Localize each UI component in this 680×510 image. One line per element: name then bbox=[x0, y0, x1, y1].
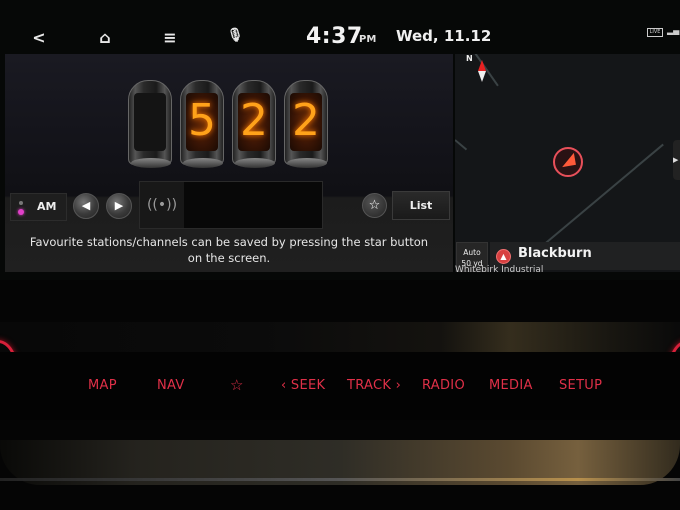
chevron-right-icon: ▶ bbox=[673, 156, 679, 164]
north-label: N bbox=[466, 54, 473, 63]
map-area-label: Whitebirk Industrial bbox=[455, 265, 544, 272]
hw-media-button[interactable]: MEDIA bbox=[489, 378, 533, 393]
compass-icon[interactable] bbox=[478, 60, 486, 82]
frequency-digit: 2 bbox=[240, 95, 268, 146]
hw-seek-button[interactable]: ‹ SEEK bbox=[281, 378, 325, 393]
map-side-tab[interactable]: ▶ bbox=[673, 140, 680, 180]
chevron-left-icon: ◀ bbox=[81, 199, 91, 212]
hw-favourite-star-icon[interactable]: ☆ bbox=[230, 376, 244, 394]
microphone-icon[interactable]: 🎙 bbox=[225, 28, 245, 43]
nixie-tube bbox=[128, 80, 172, 168]
home-icon[interactable]: ⌂ bbox=[95, 28, 115, 47]
nixie-tube: 5 bbox=[180, 80, 224, 168]
hw-radio-button[interactable]: RADIO bbox=[422, 378, 465, 393]
nixie-tube: 2 bbox=[232, 80, 276, 168]
antenna-icon: ((•)) bbox=[140, 182, 184, 228]
current-location-name: Blackburn bbox=[518, 246, 592, 261]
map-panel[interactable]: N ▶ Auto 50 yd ▲ Blackburn Whitebirk Ind… bbox=[455, 54, 680, 272]
dashboard-trim-edge bbox=[0, 478, 680, 481]
hardware-button-strip: MAP NAV ☆ ‹ SEEK TRACK › RADIO MEDIA SET… bbox=[0, 352, 680, 420]
list-button[interactable]: List bbox=[392, 191, 450, 220]
hw-setup-button[interactable]: SETUP bbox=[559, 378, 602, 393]
live-badge-icon: LIVE bbox=[647, 28, 663, 37]
current-position-marker-icon bbox=[553, 147, 583, 177]
status-bar: < ⌂ ≡ 🎙 4:37 PM Wed, 11.12 LIVE ▂▄ bbox=[0, 22, 680, 54]
star-icon: ☆ bbox=[368, 198, 381, 213]
bezel-reflection bbox=[0, 322, 680, 352]
station-info-display: ((•)) bbox=[139, 181, 323, 229]
frequency-digit: 5 bbox=[188, 95, 216, 146]
band-button[interactable]: AM bbox=[10, 193, 67, 221]
scale-mode: Auto bbox=[463, 248, 481, 257]
favourite-star-button[interactable]: ☆ bbox=[362, 193, 387, 218]
date-label: Wed, 11.12 bbox=[396, 27, 492, 45]
hw-nav-button[interactable]: NAV bbox=[157, 378, 185, 393]
chevron-right-icon: ▶ bbox=[114, 199, 124, 212]
clock-ampm: PM bbox=[359, 34, 377, 45]
nixie-tube: 2 bbox=[284, 80, 328, 168]
frequency-digit: 2 bbox=[292, 95, 320, 146]
menu-icon[interactable]: ≡ bbox=[160, 28, 180, 47]
radio-panel: 5 2 2 AM ◀ ▶ ((•)) ☆ List Favourite stat… bbox=[5, 54, 453, 272]
back-icon[interactable]: < bbox=[29, 28, 49, 47]
hw-map-button[interactable]: MAP bbox=[88, 378, 117, 393]
seek-back-button[interactable]: ◀ bbox=[73, 193, 99, 219]
radio-controls: AM ◀ ▶ ((•)) ☆ List bbox=[5, 180, 453, 230]
clock-time: 4:37 bbox=[306, 24, 363, 49]
seek-forward-button[interactable]: ▶ bbox=[106, 193, 132, 219]
navigation-arrow-icon: ▲ bbox=[496, 249, 511, 264]
hw-track-button[interactable]: TRACK › bbox=[347, 378, 401, 393]
signal-icon: ▂▄ bbox=[667, 26, 680, 35]
frequency-display: 5 2 2 bbox=[128, 80, 338, 172]
favourites-hint-text: Favourite stations/channels can be saved… bbox=[29, 235, 429, 265]
band-indicator-active-dot bbox=[18, 209, 24, 215]
map-road bbox=[455, 139, 468, 151]
infotainment-screen: < ⌂ ≡ 🎙 4:37 PM Wed, 11.12 LIVE ▂▄ 5 2 2… bbox=[0, 0, 680, 280]
band-label: AM bbox=[37, 200, 57, 213]
band-indicator-dot bbox=[19, 201, 23, 205]
